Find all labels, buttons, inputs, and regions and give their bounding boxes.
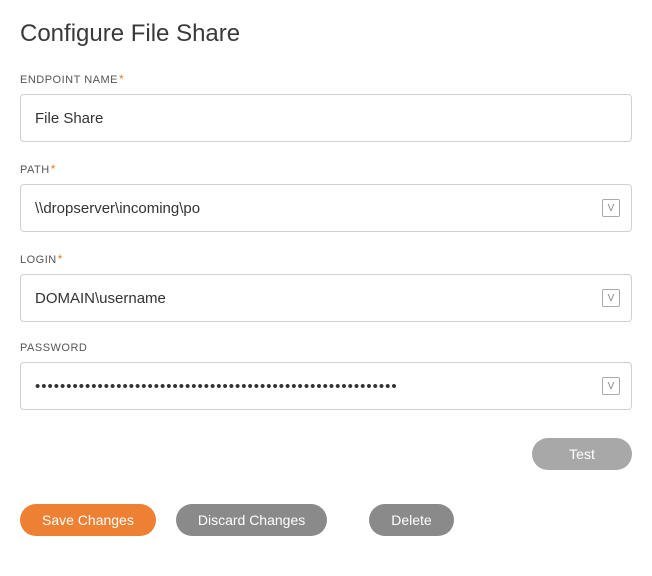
label-password-text: PASSWORD (20, 342, 87, 354)
label-endpoint-name-text: ENDPOINT NAME (20, 74, 118, 86)
input-wrap-password: V (20, 362, 632, 410)
endpoint-name-input[interactable] (20, 94, 632, 142)
label-endpoint-name: ENDPOINT NAME* (20, 72, 632, 86)
label-login-text: LOGIN (20, 254, 57, 266)
input-wrap-path: V (20, 184, 632, 232)
required-asterisk: * (119, 72, 124, 86)
required-asterisk: * (58, 252, 63, 266)
required-asterisk: * (51, 162, 56, 176)
field-path: PATH* V (20, 162, 632, 232)
field-password: PASSWORD V (20, 342, 632, 410)
password-input[interactable] (20, 362, 632, 410)
page-title: Configure File Share (20, 20, 632, 48)
label-path-text: PATH (20, 164, 50, 176)
discard-button[interactable]: Discard Changes (176, 504, 327, 536)
test-button-row: Test (20, 438, 632, 470)
action-button-row: Save Changes Discard Changes Delete (20, 504, 632, 536)
label-password: PASSWORD (20, 342, 632, 354)
login-input[interactable] (20, 274, 632, 322)
test-button[interactable]: Test (532, 438, 632, 470)
label-login: LOGIN* (20, 252, 632, 266)
field-endpoint-name: ENDPOINT NAME* (20, 72, 632, 142)
input-wrap-endpoint-name (20, 94, 632, 142)
field-login: LOGIN* V (20, 252, 632, 322)
save-button[interactable]: Save Changes (20, 504, 156, 536)
input-wrap-login: V (20, 274, 632, 322)
path-input[interactable] (20, 184, 632, 232)
delete-button[interactable]: Delete (369, 504, 453, 536)
label-path: PATH* (20, 162, 632, 176)
